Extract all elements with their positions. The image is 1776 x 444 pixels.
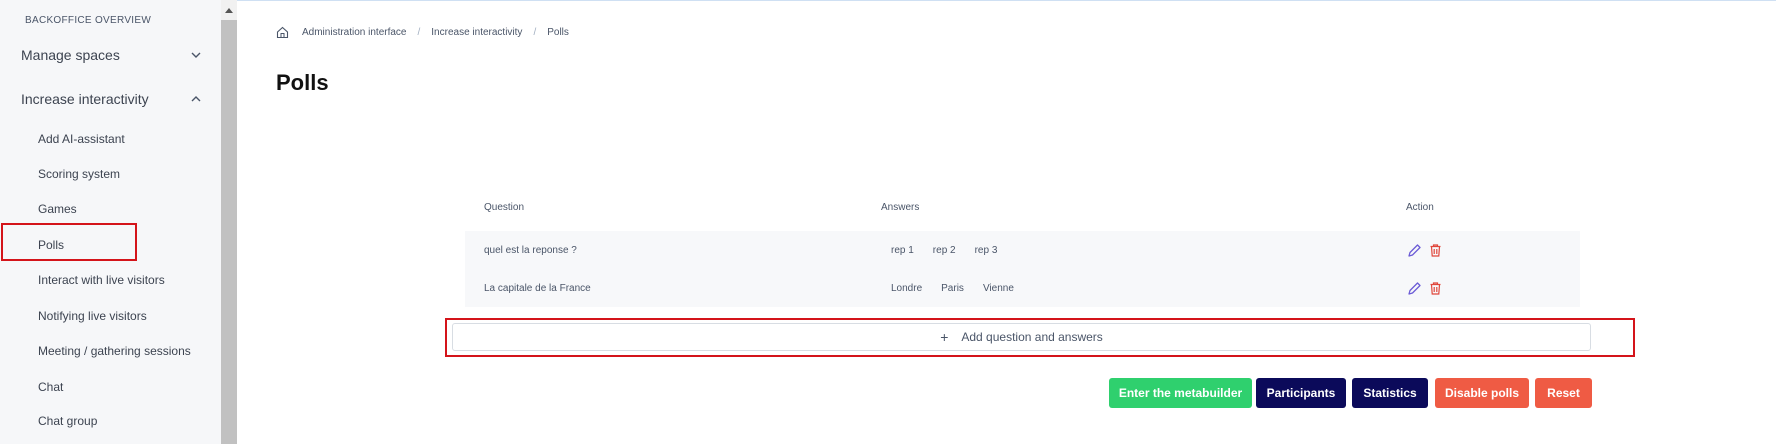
polls-highlight-box (1, 223, 137, 261)
sidebar-group-label: Increase interactivity (21, 91, 149, 107)
metabuilder-button[interactable]: Enter the metabuilder (1109, 378, 1252, 408)
answer-chip: Londre (891, 282, 923, 294)
delete-trash-icon[interactable] (1428, 281, 1443, 296)
sidebar-item-scoring-system[interactable]: Scoring system (38, 167, 120, 181)
scroll-up-arrow-icon (225, 8, 233, 13)
question-cell: La capitale de la France (484, 282, 591, 294)
chevron-down-icon (191, 52, 201, 58)
plus-icon: + (940, 329, 949, 345)
column-header-question: Question (484, 202, 525, 213)
breadcrumb-item[interactable]: Administration interface (302, 27, 407, 38)
column-header-action: Action (1406, 202, 1434, 213)
answer-chip: rep 2 (932, 244, 956, 256)
home-icon[interactable] (276, 26, 289, 39)
sidebar-group-increase-interactivity[interactable]: Increase interactivity (21, 88, 203, 110)
answer-chip: rep 1 (891, 244, 914, 256)
add-question-label: Add question and answers (961, 330, 1103, 344)
breadcrumb: Administration interface / Increase inte… (276, 26, 569, 39)
sidebar-group-label: Manage spaces (21, 47, 120, 63)
sidebar-section-title: BACKOFFICE OVERVIEW (25, 15, 152, 26)
breadcrumb-separator: / (417, 27, 421, 38)
disable-polls-button[interactable]: Disable polls (1435, 378, 1529, 408)
add-question-button[interactable]: + Add question and answers (452, 323, 1591, 351)
statistics-button[interactable]: Statistics (1352, 378, 1428, 408)
sidebar-item-notifying-live-visitors[interactable]: Notifying live visitors (38, 309, 147, 323)
page-title: Polls (276, 70, 329, 95)
sidebar-scrollbar[interactable] (221, 0, 237, 444)
action-cell (1407, 231, 1449, 269)
breadcrumb-item-current: Polls (547, 27, 569, 38)
question-cell: quel est la reponse ? (484, 244, 577, 256)
breadcrumb-item[interactable]: Increase interactivity (431, 27, 522, 38)
answers-cell: rep 1 rep 2 rep 3 (891, 231, 1016, 269)
sidebar-item-games[interactable]: Games (38, 202, 77, 216)
sidebar-item-add-ai-assistant[interactable]: Add AI-assistant (38, 132, 125, 146)
sidebar-item-chat[interactable]: Chat (38, 380, 63, 394)
sidebar: BACKOFFICE OVERVIEW Manage spaces Increa… (0, 0, 221, 444)
scroll-up-button[interactable] (221, 0, 237, 20)
sidebar-group-manage-spaces[interactable]: Manage spaces (21, 44, 203, 66)
sidebar-item-meeting-sessions[interactable]: Meeting / gathering sessions (38, 344, 191, 358)
edit-pencil-icon[interactable] (1407, 243, 1422, 258)
answer-chip: Paris (941, 282, 964, 294)
column-header-answers: Answers (881, 202, 920, 213)
top-border (0, 0, 1776, 1)
table-row: La capitale de la France Londre Paris Vi… (465, 269, 1580, 307)
answer-chip: Vienne (982, 282, 1014, 294)
sidebar-item-interact-live-visitors[interactable]: Interact with live visitors (38, 273, 165, 287)
answer-chip: rep 3 (974, 244, 998, 256)
chevron-up-icon (191, 96, 201, 102)
action-cell (1407, 269, 1449, 307)
edit-pencil-icon[interactable] (1407, 281, 1422, 296)
participants-button[interactable]: Participants (1256, 378, 1346, 408)
sidebar-item-chat-group[interactable]: Chat group (38, 414, 97, 428)
breadcrumb-separator: / (533, 27, 537, 38)
answers-cell: Londre Paris Vienne (891, 269, 1033, 307)
table-row: quel est la reponse ? rep 1 rep 2 rep 3 (465, 231, 1580, 269)
reset-button[interactable]: Reset (1535, 378, 1592, 408)
delete-trash-icon[interactable] (1428, 243, 1443, 258)
